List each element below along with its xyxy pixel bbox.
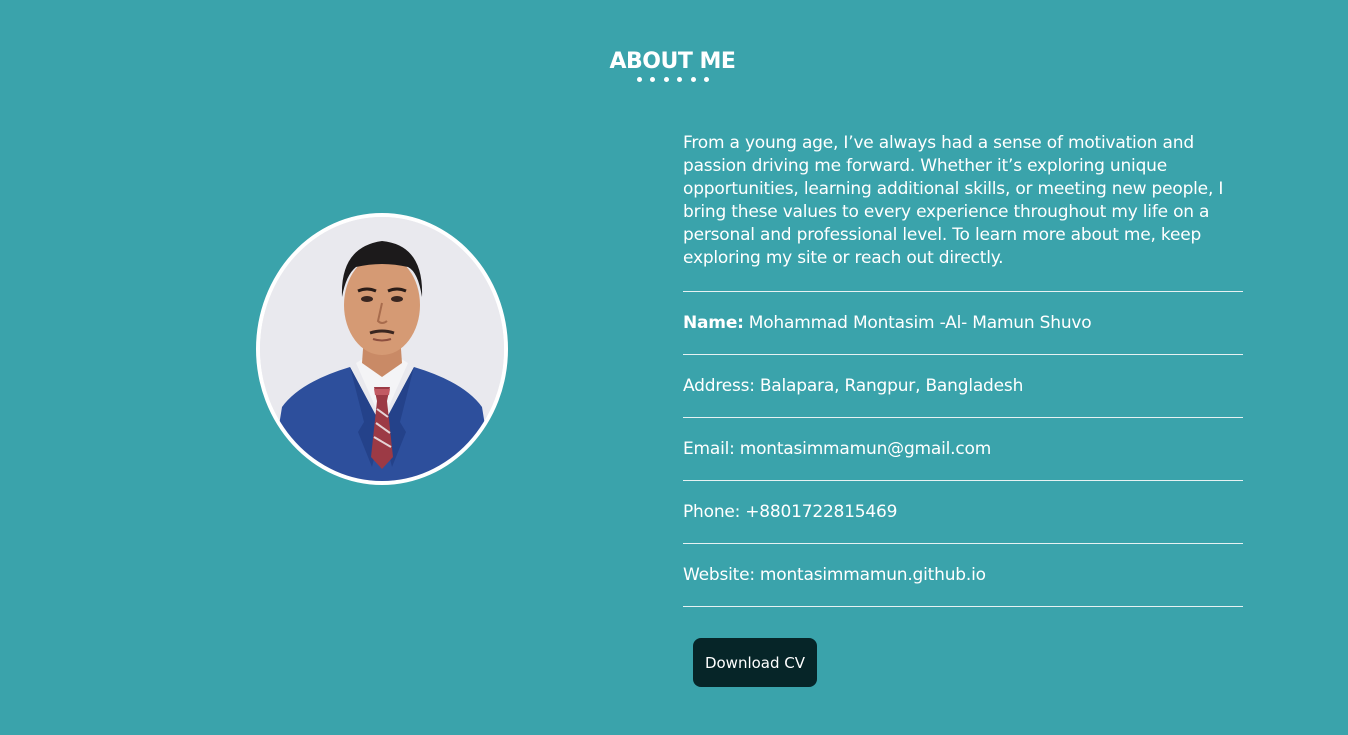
address-value: Balapara, Rangpur, Bangladesh — [759, 376, 1024, 396]
info-row-phone: Phone: +8801722815469 — [683, 481, 1243, 544]
website-label: Website: — [683, 565, 755, 585]
website-value: montasimmamun.github.io — [759, 565, 986, 585]
email-value: montasimmamun@gmail.com — [739, 439, 992, 459]
info-row-website: Website: montasimmamun.github.io — [683, 544, 1243, 607]
dot — [703, 77, 709, 82]
info-row-name: Name: Mohammad Montasim -Al- Mamun Shuvo — [683, 292, 1243, 355]
phone-value: +8801722815469 — [745, 502, 898, 522]
info-row-email: Email: montasimmamun@gmail.com — [683, 418, 1243, 481]
person-photo-icon — [260, 217, 504, 481]
info-row-address: Address: Balapara, Rangpur, Bangladesh — [683, 355, 1243, 418]
dot — [637, 77, 642, 82]
about-content: From a young age, I’ve always had a sens… — [683, 132, 1243, 607]
dot — [690, 77, 696, 82]
title-divider-dots — [637, 77, 709, 83]
phone-label: Phone: — [683, 502, 741, 522]
dot — [677, 77, 683, 82]
section-title: ABOUT ME — [609, 49, 736, 75]
dot — [663, 77, 669, 82]
address-label: Address: — [683, 376, 755, 396]
download-cv-button[interactable]: Download CV — [693, 638, 817, 687]
name-label: Name: — [683, 313, 744, 333]
email-label: Email: — [683, 439, 735, 459]
dot — [650, 77, 656, 82]
bio-text: From a young age, I’ve always had a sens… — [683, 132, 1243, 292]
name-value: Mohammad Montasim -Al- Mamun Shuvo — [748, 313, 1092, 333]
profile-photo — [256, 213, 508, 485]
